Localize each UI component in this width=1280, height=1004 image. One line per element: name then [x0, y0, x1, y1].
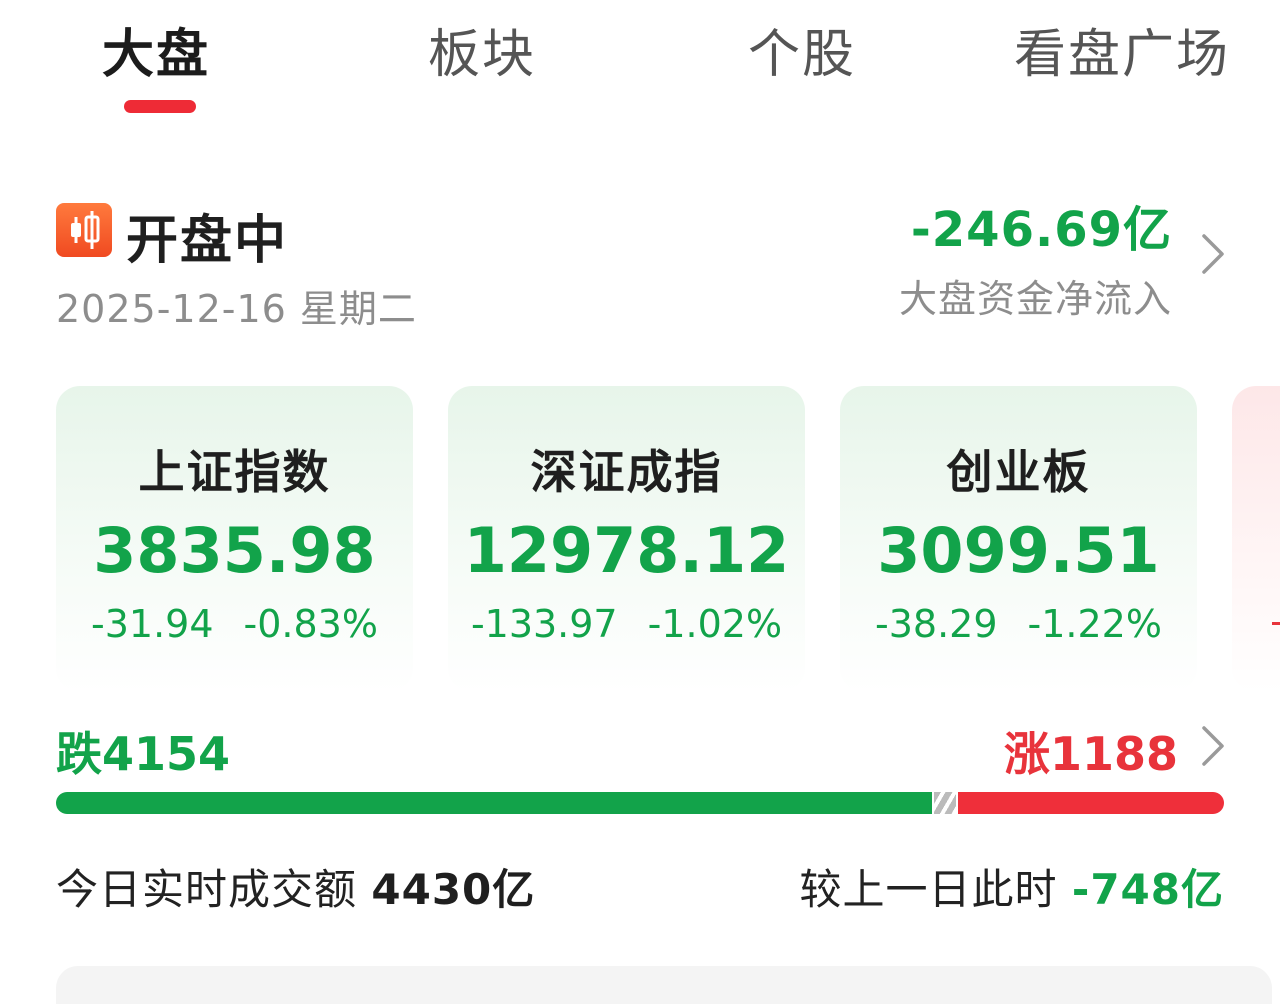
index-change: -38.29: [875, 602, 998, 646]
index-card-chinext[interactable]: 创业板 3099.51 -38.29 -1.22%: [840, 386, 1197, 692]
index-card-partial[interactable]: [1232, 386, 1280, 692]
index-change-pct: -1.02%: [647, 602, 783, 646]
index-card-shenzhen[interactable]: 深证成指 12978.12 -133.97 -1.02%: [448, 386, 805, 692]
net-flow-label: 大盘资金净流入: [898, 277, 1172, 321]
turnover-today: 今日实时成交额 4430亿: [56, 856, 535, 917]
tab-stocks[interactable]: 个股: [748, 12, 856, 87]
net-flow-value: -246.69亿: [910, 202, 1172, 258]
tab-market[interactable]: 大盘: [102, 12, 210, 87]
index-change-pct: -0.83%: [243, 602, 378, 646]
index-name: 上证指数: [138, 445, 331, 499]
tab-watch-square[interactable]: 看盘广场: [1014, 12, 1230, 87]
turnover-compare-label: 较上一日此时: [799, 865, 1058, 914]
advance-decline-bar: [56, 792, 1224, 814]
index-value: 3099.51: [877, 514, 1160, 587]
index-change-pct: -1.22%: [1027, 602, 1162, 646]
advancers-bar: [958, 792, 1224, 814]
flat-bar: [934, 792, 956, 814]
tab-sectors[interactable]: 板块: [428, 12, 536, 87]
bottom-panel: [56, 966, 1272, 1004]
decliners-bar: [56, 792, 932, 814]
index-changes: -38.29 -1.22%: [840, 602, 1197, 646]
decliners-count: 跌4154: [56, 727, 231, 781]
index-name: 深证成指: [530, 445, 723, 499]
turnover-value: 4430亿: [371, 865, 536, 914]
index-value: 12978.12: [463, 514, 790, 587]
partial-dash: [1272, 622, 1280, 625]
chevron-right-icon[interactable]: [1196, 722, 1228, 770]
index-changes: -31.94 -0.83%: [56, 602, 413, 646]
index-value: 3835.98: [93, 514, 376, 587]
index-changes: -133.97 -1.02%: [448, 602, 805, 646]
index-card-shanghai[interactable]: 上证指数 3835.98 -31.94 -0.83%: [56, 386, 413, 692]
candlestick-icon: [56, 203, 112, 257]
market-status-title: 开盘中: [126, 211, 289, 271]
index-change: -133.97: [470, 602, 618, 646]
top-tab-bar: 大盘 板块 个股 看盘广场: [0, 0, 1280, 120]
chevron-right-icon[interactable]: [1196, 230, 1228, 278]
index-change: -31.94: [91, 602, 214, 646]
turnover-label: 今日实时成交额: [56, 865, 358, 914]
market-date: 2025-12-16 星期二: [56, 287, 417, 331]
index-name: 创业板: [946, 445, 1091, 499]
turnover-compare: 较上一日此时 -748亿: [800, 856, 1224, 917]
advancers-count[interactable]: 涨1188: [1004, 718, 1178, 784]
net-flow-panel[interactable]: -246.69亿 大盘资金净流入: [899, 190, 1172, 323]
turnover-compare-value: -748亿: [1071, 865, 1224, 914]
active-tab-indicator: [124, 100, 196, 113]
